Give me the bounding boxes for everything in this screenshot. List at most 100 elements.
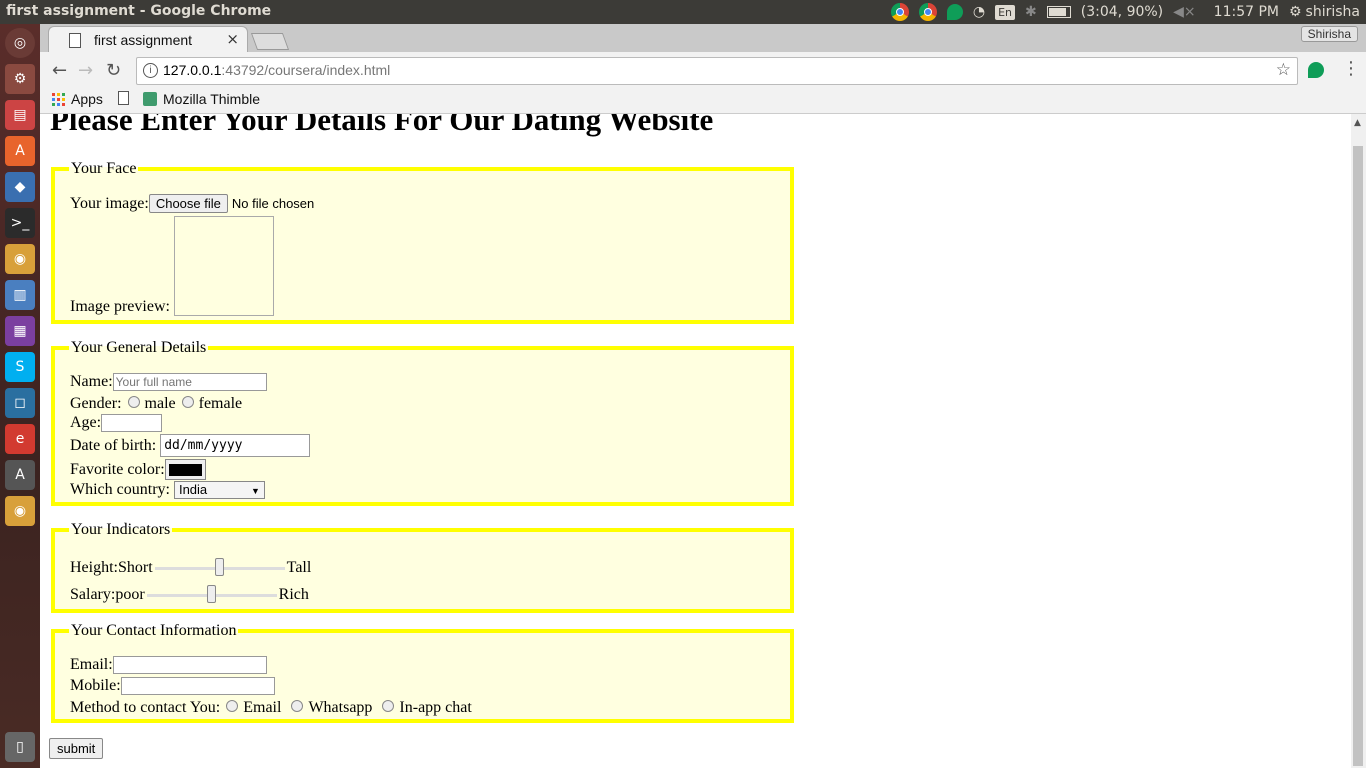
chrome-app-icon[interactable]: ◉ <box>5 496 35 526</box>
user-name[interactable]: shirisha <box>1306 4 1360 20</box>
age-input[interactable] <box>101 414 163 432</box>
email-label: Email: <box>70 656 113 673</box>
hangouts-icon[interactable] <box>946 4 963 20</box>
method-whatsapp-label: Whatsapp <box>308 699 373 716</box>
remote-desktop-icon[interactable]: ◻ <box>5 388 35 418</box>
height-slider[interactable] <box>154 558 285 578</box>
indicators-legend: Your Indicators <box>71 521 171 538</box>
page-viewport: Please Enter Your Details For Our Dating… <box>40 114 1351 768</box>
bookmark-blank-page[interactable] <box>118 91 129 105</box>
method-label: Method to contact You: <box>70 699 221 716</box>
tab-first-assignment[interactable]: first assignment × <box>48 26 248 53</box>
skype-icon[interactable]: S <box>5 352 35 382</box>
page-scrollbar[interactable]: ▲ <box>1351 114 1366 768</box>
chrome-launcher-icon[interactable]: ◉ <box>5 244 35 274</box>
general-fieldset: Your General Details Name: Gender: male … <box>51 339 794 506</box>
menu-kebab-icon[interactable]: ⋮ <box>1342 58 1360 79</box>
wifi-icon[interactable]: ◔ <box>973 4 985 20</box>
method-inapp-radio[interactable] <box>382 700 395 712</box>
virtualbox-icon[interactable]: ◆ <box>5 172 35 202</box>
url-text[interactable]: 127.0.0.1:43792/coursera/index.html <box>163 62 390 78</box>
system-settings-icon[interactable]: ⚙ <box>5 64 35 94</box>
url-path: :43792/coursera/index.html <box>221 62 391 78</box>
height-row: Height:Short Tall <box>70 558 311 578</box>
hangouts-extension-icon[interactable] <box>1308 62 1324 78</box>
close-tab-icon[interactable]: × <box>226 30 239 48</box>
mobile-row: Mobile: <box>70 677 275 695</box>
mobile-label: Mobile: <box>70 677 121 694</box>
bookmark-star-icon[interactable]: ☆ <box>1276 60 1291 80</box>
scrollbar-thumb[interactable] <box>1353 146 1363 766</box>
method-whatsapp-radio[interactable] <box>291 700 304 712</box>
back-arrow-icon[interactable]: ← <box>52 60 67 81</box>
gender-female-radio[interactable] <box>181 396 194 408</box>
scroll-up-arrow-icon[interactable]: ▲ <box>1354 118 1361 128</box>
keyboard-layout-indicator[interactable]: En <box>995 4 1016 20</box>
tab-strip: first assignment × Shirisha <box>40 24 1366 53</box>
no-file-text: No file chosen <box>231 196 315 211</box>
name-row: Name: <box>70 373 267 391</box>
name-input[interactable] <box>112 373 267 391</box>
height-label: Height:Short <box>70 559 153 576</box>
contact-fieldset: Your Contact Information Email: Mobile: … <box>51 622 794 723</box>
color-row: Favorite color: <box>70 459 206 480</box>
libreoffice-icon[interactable]: ▦ <box>5 316 35 346</box>
volume-muted-icon[interactable]: ◀× <box>1173 4 1196 20</box>
image-row: Your image: Choose file No file chosen <box>70 194 314 213</box>
mobile-input[interactable] <box>120 677 275 695</box>
gender-label: Gender: <box>70 395 122 412</box>
browser-toolbar: ← → ↻ i 127.0.0.1:43792/coursera/index.h… <box>40 52 1366 88</box>
battery-icon[interactable] <box>1046 6 1071 18</box>
reload-icon[interactable]: ↻ <box>106 60 121 81</box>
info-icon[interactable]: i <box>143 63 158 78</box>
forward-arrow-icon[interactable]: → <box>78 60 93 81</box>
clock[interactable]: 11:57 PM <box>1214 4 1279 20</box>
email-input[interactable] <box>112 656 267 674</box>
email-row: Email: <box>70 656 267 674</box>
terminal-icon[interactable]: >_ <box>5 208 35 238</box>
chrome-icon[interactable] <box>918 3 937 21</box>
software-center-icon[interactable]: A <box>5 136 35 166</box>
update-manager-icon[interactable]: A <box>5 460 35 490</box>
address-bar[interactable]: i 127.0.0.1:43792/coursera/index.html ☆ <box>136 57 1298 85</box>
page-icon <box>69 33 81 48</box>
bookmarks-bar: Apps Mozilla Thimble <box>40 88 1366 114</box>
method-email-radio[interactable] <box>226 700 239 712</box>
file-manager-icon[interactable]: ▤ <box>5 100 35 130</box>
submit-button[interactable]: submit <box>49 738 104 759</box>
slider-thumb[interactable] <box>207 585 217 603</box>
country-select[interactable]: India <box>173 481 265 499</box>
gender-male-radio[interactable] <box>127 396 140 408</box>
dash-home-icon[interactable]: ◎ <box>5 28 35 58</box>
color-swatch <box>168 463 202 476</box>
chrome-icon[interactable] <box>890 3 909 21</box>
settings-gear-icon[interactable]: ⚙ <box>1289 4 1302 20</box>
face-legend: Your Face <box>71 160 137 177</box>
bookmark-label: Mozilla Thimble <box>163 91 260 107</box>
age-row: Age: <box>70 414 163 432</box>
window-title: first assignment - Google Chrome <box>6 3 272 19</box>
apps-grid-icon <box>52 92 65 106</box>
battery-status[interactable]: (3:04, 90%) <box>1081 4 1163 20</box>
url-host: 127.0.0.1 <box>163 62 222 78</box>
bluetooth-icon[interactable]: ✱ <box>1025 4 1037 20</box>
pdf-viewer-icon[interactable]: e <box>5 424 35 454</box>
dob-input[interactable]: dd/mm/yyyy <box>160 434 311 457</box>
face-fieldset: Your Face Your image: Choose file No fil… <box>51 160 794 324</box>
bookmark-apps[interactable]: Apps <box>52 91 103 107</box>
dob-row: Date of birth: dd/mm/yyyy <box>70 434 311 457</box>
document-viewer-icon[interactable]: ▥ <box>5 280 35 310</box>
trash-icon[interactable]: ▯ <box>5 732 35 762</box>
country-label: Which country: <box>70 481 170 498</box>
bookmark-mozilla-thimble[interactable]: Mozilla Thimble <box>143 91 260 107</box>
slider-thumb[interactable] <box>215 558 225 576</box>
salary-slider[interactable] <box>146 585 277 605</box>
new-tab-button[interactable] <box>250 33 290 50</box>
image-label: Your image: <box>70 194 149 212</box>
profile-button[interactable]: Shirisha <box>1300 26 1358 42</box>
color-picker[interactable] <box>164 459 206 480</box>
dob-label: Date of birth: <box>70 436 157 454</box>
page-heading: Please Enter Your Details For Our Dating… <box>50 114 714 137</box>
choose-file-button[interactable]: Choose file <box>148 194 228 213</box>
salary-row: Salary:poor Rich <box>70 585 309 605</box>
